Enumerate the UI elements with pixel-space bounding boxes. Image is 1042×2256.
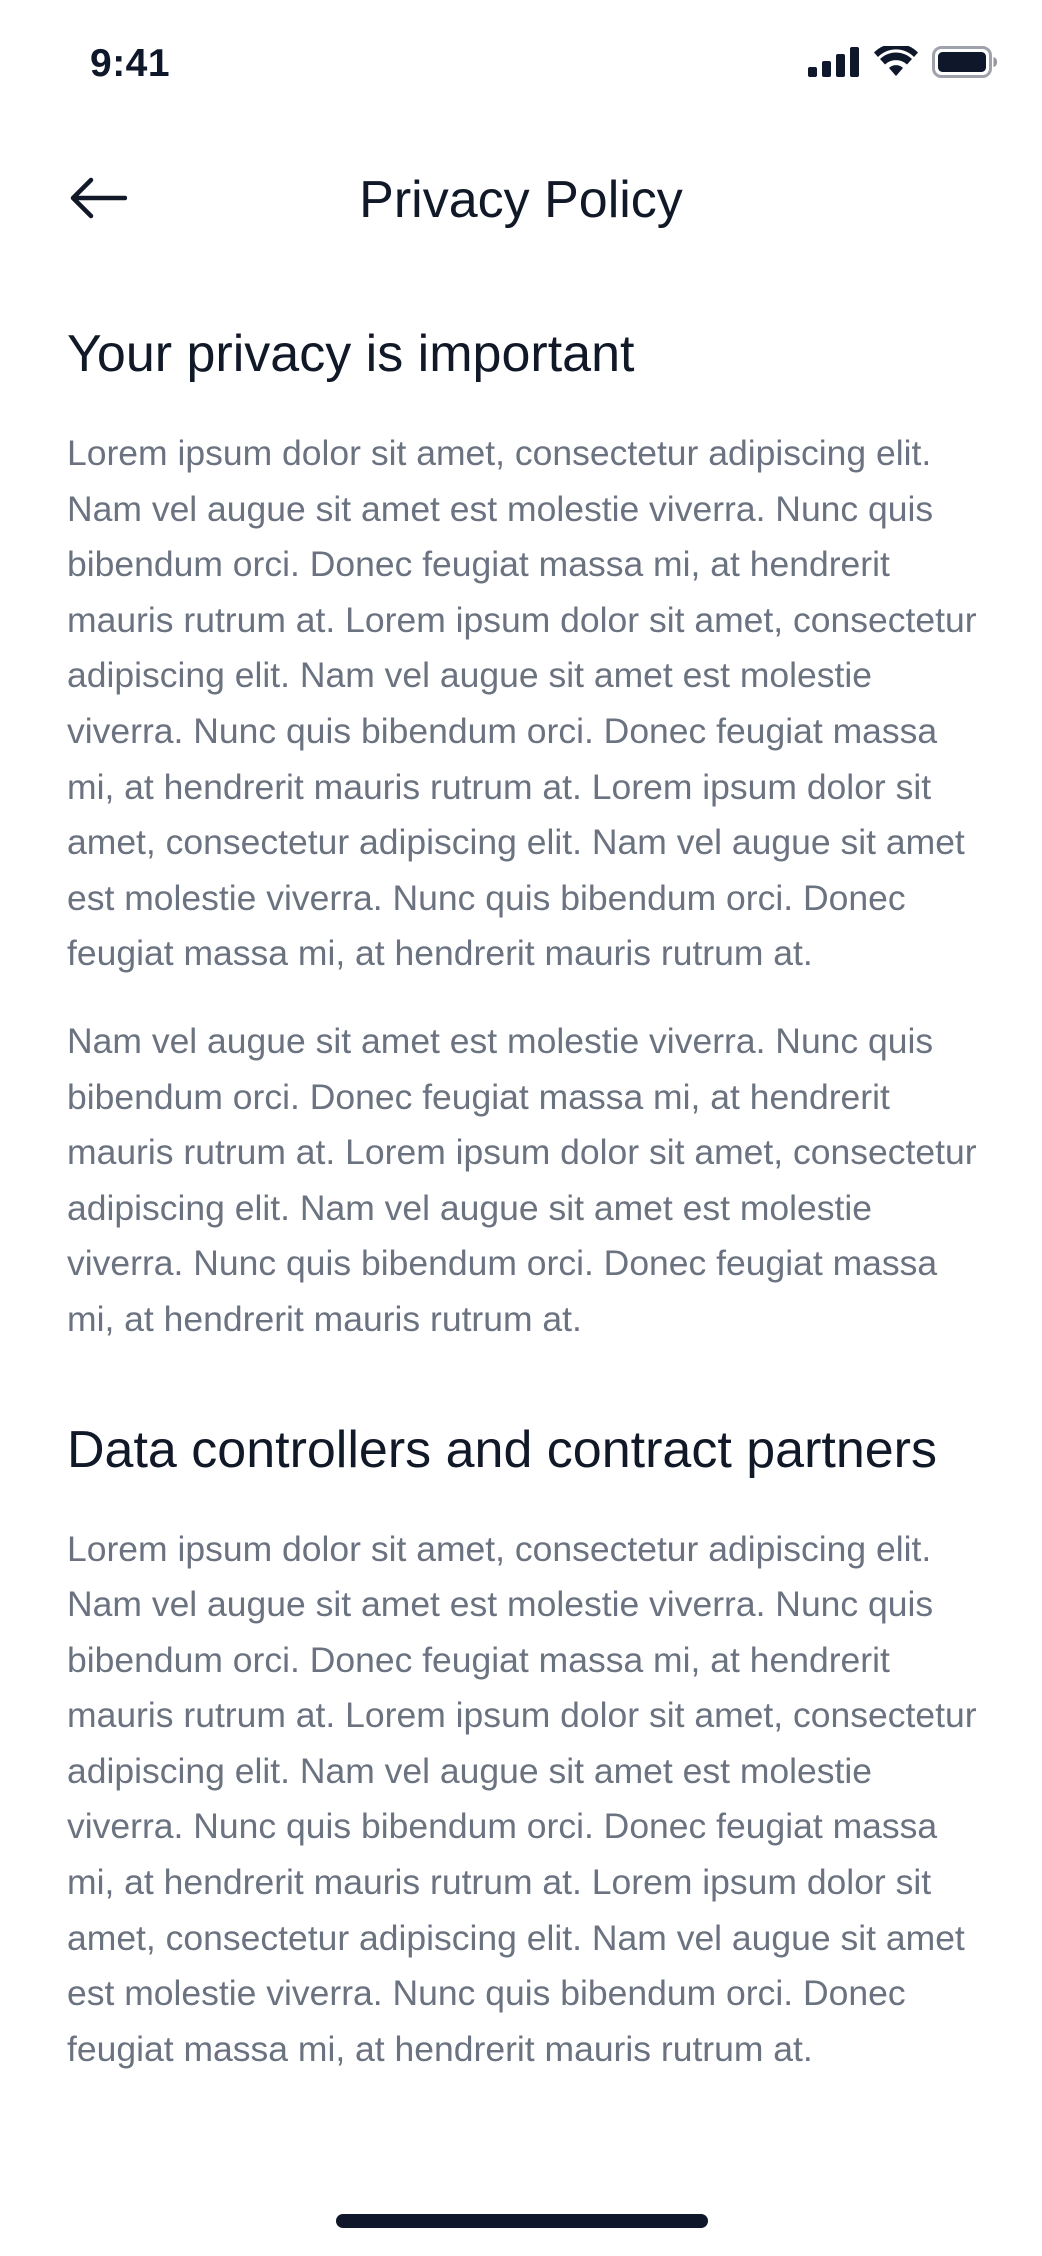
policy-content: Your privacy is important Lorem ipsum do…	[67, 320, 987, 2109]
wifi-icon	[874, 46, 918, 78]
battery-icon	[932, 46, 998, 78]
home-indicator	[336, 2214, 708, 2228]
section-paragraph: Lorem ipsum dolor sit amet, consectetur …	[67, 1528, 977, 2069]
section-heading: Your privacy is important	[67, 325, 635, 383]
section-heading: Data controllers and contract partners	[67, 1420, 937, 1479]
cellular-signal-icon	[808, 47, 860, 77]
status-icons	[808, 46, 998, 78]
section-paragraph: Lorem ipsum dolor sit amet, consectetur …	[67, 433, 977, 974]
header: Privacy Policy	[0, 150, 1042, 250]
section-paragraph: Nam vel augue sit amet est molestie vive…	[67, 1020, 977, 1339]
status-time: 9:41	[90, 42, 171, 85]
status-bar: 9:41	[0, 0, 1042, 132]
page-title: Privacy Policy	[359, 171, 683, 229]
